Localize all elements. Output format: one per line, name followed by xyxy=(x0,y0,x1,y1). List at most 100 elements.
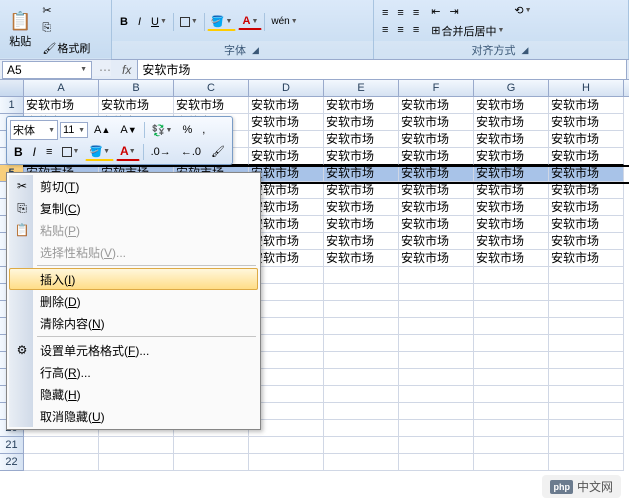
cell[interactable]: 安软市场 xyxy=(549,148,624,165)
cell[interactable] xyxy=(474,284,549,301)
cell[interactable] xyxy=(324,284,399,301)
cell[interactable] xyxy=(474,437,549,454)
cell[interactable]: 安软市场 xyxy=(249,148,324,165)
cell[interactable]: 安软市场 xyxy=(324,250,399,267)
orientation-button[interactable]: ⟲▼ xyxy=(510,2,535,19)
cell[interactable] xyxy=(399,420,474,437)
cm-paste-special[interactable]: 选择性粘贴(V)... xyxy=(9,241,258,263)
cell[interactable] xyxy=(399,352,474,369)
col-header-B[interactable]: B xyxy=(99,80,174,96)
cell[interactable] xyxy=(249,454,324,471)
cell[interactable]: 安软市场 xyxy=(324,182,399,199)
border-button[interactable]: ▼ xyxy=(176,15,202,29)
cell[interactable] xyxy=(249,437,324,454)
cell[interactable]: 安软市场 xyxy=(549,216,624,233)
name-box[interactable]: A5▼ xyxy=(2,61,92,79)
cell[interactable]: 安软市场 xyxy=(324,233,399,250)
underline-button[interactable]: U▼ xyxy=(147,14,171,30)
cell[interactable] xyxy=(474,454,549,471)
cell[interactable]: 安软市场 xyxy=(474,250,549,267)
formula-input[interactable]: 安软市场 xyxy=(137,59,627,80)
cell[interactable] xyxy=(474,352,549,369)
cell[interactable] xyxy=(399,335,474,352)
mini-shrink-font-button[interactable]: A▼ xyxy=(116,122,140,138)
cm-cut[interactable]: 剪切(T) xyxy=(9,175,258,197)
mini-font-size[interactable]: 11▼ xyxy=(60,122,88,138)
cm-paste[interactable]: 粘贴(P) xyxy=(9,219,258,241)
cell[interactable] xyxy=(399,284,474,301)
cell[interactable]: 安软市场 xyxy=(399,182,474,199)
cell[interactable]: 安软市场 xyxy=(474,182,549,199)
cell[interactable]: 安软市场 xyxy=(399,216,474,233)
cell[interactable]: 安软市场 xyxy=(474,97,549,114)
cell[interactable]: 安软市场 xyxy=(324,165,399,182)
italic-button[interactable]: I xyxy=(134,14,145,30)
cell[interactable]: 安软市场 xyxy=(249,114,324,131)
cell[interactable]: 安软市场 xyxy=(399,199,474,216)
cell[interactable] xyxy=(324,369,399,386)
cell[interactable] xyxy=(549,403,624,420)
cell[interactable] xyxy=(474,318,549,335)
cell[interactable]: 安软市场 xyxy=(474,216,549,233)
cell[interactable] xyxy=(324,403,399,420)
font-dialog-launcher[interactable]: ◢ xyxy=(250,45,261,56)
cell[interactable] xyxy=(324,267,399,284)
cell[interactable]: 安软市场 xyxy=(99,97,174,114)
cell[interactable] xyxy=(549,420,624,437)
cm-unhide[interactable]: 取消隐藏(U) xyxy=(9,405,258,427)
cell[interactable]: 安软市场 xyxy=(324,131,399,148)
cell[interactable] xyxy=(399,369,474,386)
cell[interactable]: 安软市场 xyxy=(399,148,474,165)
cell[interactable]: 安软市场 xyxy=(399,233,474,250)
mini-align-center-button[interactable]: ≡ xyxy=(42,144,56,160)
cell[interactable]: 安软市场 xyxy=(549,97,624,114)
cell[interactable] xyxy=(549,352,624,369)
cell[interactable] xyxy=(399,437,474,454)
cell[interactable] xyxy=(399,386,474,403)
cm-copy[interactable]: 复制(C) xyxy=(9,197,258,219)
cell[interactable] xyxy=(474,420,549,437)
cm-row-height[interactable]: 行高(R)... xyxy=(9,361,258,383)
mini-font-color-button[interactable]: A▼ xyxy=(116,142,140,161)
mini-italic-button[interactable]: I xyxy=(29,143,40,161)
cell[interactable] xyxy=(399,454,474,471)
cell[interactable]: 安软市场 xyxy=(324,97,399,114)
cell[interactable] xyxy=(399,403,474,420)
cell[interactable] xyxy=(99,454,174,471)
align-left-button[interactable]: ≡ xyxy=(378,22,392,38)
cm-hide[interactable]: 隐藏(H) xyxy=(9,383,258,405)
cell[interactable] xyxy=(399,318,474,335)
cell[interactable] xyxy=(474,267,549,284)
mini-fill-color-button[interactable]: 🪣▼ xyxy=(85,143,114,161)
mini-font-name[interactable]: 宋体▼ xyxy=(10,120,58,140)
col-header-H[interactable]: H xyxy=(549,80,624,96)
cell[interactable]: 安软市场 xyxy=(249,97,324,114)
paste-button[interactable]: 粘贴 xyxy=(4,8,36,52)
cell[interactable] xyxy=(324,437,399,454)
format-painter-button[interactable]: 格式刷 xyxy=(38,38,94,58)
phonetic-button[interactable]: wén▼ xyxy=(267,14,301,29)
cell[interactable] xyxy=(549,318,624,335)
cell[interactable]: 安软市场 xyxy=(399,114,474,131)
align-center-button[interactable]: ≡ xyxy=(393,22,407,38)
cell[interactable]: 安软市场 xyxy=(324,114,399,131)
copy-button[interactable] xyxy=(38,20,94,37)
cell[interactable]: 安软市场 xyxy=(399,165,474,182)
cell[interactable]: 安软市场 xyxy=(324,199,399,216)
mini-grow-font-button[interactable]: A▲ xyxy=(90,122,114,138)
cm-insert[interactable]: 插入(I) xyxy=(9,268,258,290)
row-header[interactable]: 22 xyxy=(0,454,24,471)
cell[interactable]: 安软市场 xyxy=(549,233,624,250)
cell[interactable] xyxy=(474,335,549,352)
cell[interactable] xyxy=(549,267,624,284)
cell[interactable]: 安软市场 xyxy=(324,216,399,233)
cell[interactable] xyxy=(324,301,399,318)
cell[interactable] xyxy=(324,386,399,403)
cell[interactable]: 安软市场 xyxy=(399,97,474,114)
col-header-G[interactable]: G xyxy=(474,80,549,96)
cell[interactable]: 安软市场 xyxy=(474,148,549,165)
cm-clear[interactable]: 清除内容(N) xyxy=(9,312,258,334)
cell[interactable] xyxy=(324,335,399,352)
cell[interactable] xyxy=(174,437,249,454)
cell[interactable] xyxy=(549,369,624,386)
